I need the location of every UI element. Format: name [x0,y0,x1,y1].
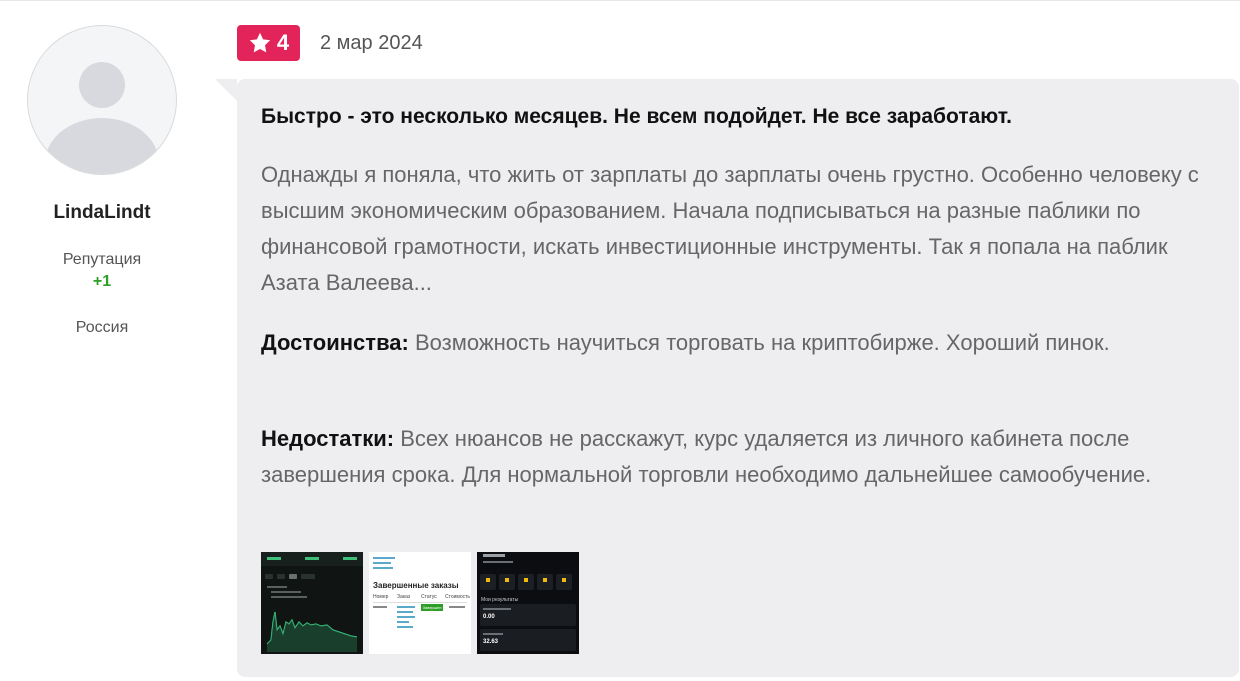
rating-badge: 4 [237,25,300,61]
results-value-2: 32.63 [483,639,499,645]
pros-text: Возможность научиться торговать на крипт… [415,330,1110,355]
orders-col-cost: Стоимость [445,594,471,600]
orders-col-status: Статус [421,594,437,600]
review-body: Однажды я поняла, что жить от зарплаты д… [261,162,1199,295]
photo-thumbnail-results[interactable]: Мои результаты 0.00 32.63 [477,552,579,654]
avatar[interactable] [27,25,177,175]
pros-label: Достоинства: [261,330,409,355]
avatar-head [79,62,125,108]
top-divider [0,0,1240,1]
chart-screenshot-image [261,552,363,652]
avatar-body [45,118,159,174]
orders-top-fragment [373,554,403,576]
reputation-label: Репутация [62,251,142,268]
orders-heading: Завершенные заказы [373,581,459,590]
results-section-label: Мои результаты [481,597,519,603]
orders-col-order: Заказ [397,594,411,600]
review-date: 2 мар 2024 [320,32,423,54]
username[interactable]: LindaLindt [0,202,204,224]
review-title: Быстро - это несколько месяцев. Не всем … [261,105,1012,128]
photo-thumbnail-orders[interactable]: Завершенные заказы Номер Заказ Статус Ст… [369,552,471,654]
cons-section: Недостатки: Всех нюансов не расскажут, к… [261,421,1221,493]
pros-section: Достоинства: Возможность научиться торго… [261,325,1221,361]
orders-col-number: Номер [373,594,389,600]
star-icon [249,32,271,53]
cons-text: Всех нюансов не расскажут, курс удаляетс… [261,426,1152,487]
card-pointer [215,79,237,101]
reputation-value: +1 [92,273,112,290]
photo-thumbnail-chart[interactable] [261,552,363,654]
country: Россия [75,319,129,336]
cons-label: Недостатки: [261,426,395,451]
results-value-1: 0.00 [483,614,495,620]
rating-value: 4 [276,30,290,55]
photo-gallery: Завершенные заказы Номер Заказ Статус Ст… [261,552,579,654]
orders-status-badge: Завершен [421,604,443,611]
review-card: Быстро - это несколько месяцев. Не всем … [237,79,1239,677]
